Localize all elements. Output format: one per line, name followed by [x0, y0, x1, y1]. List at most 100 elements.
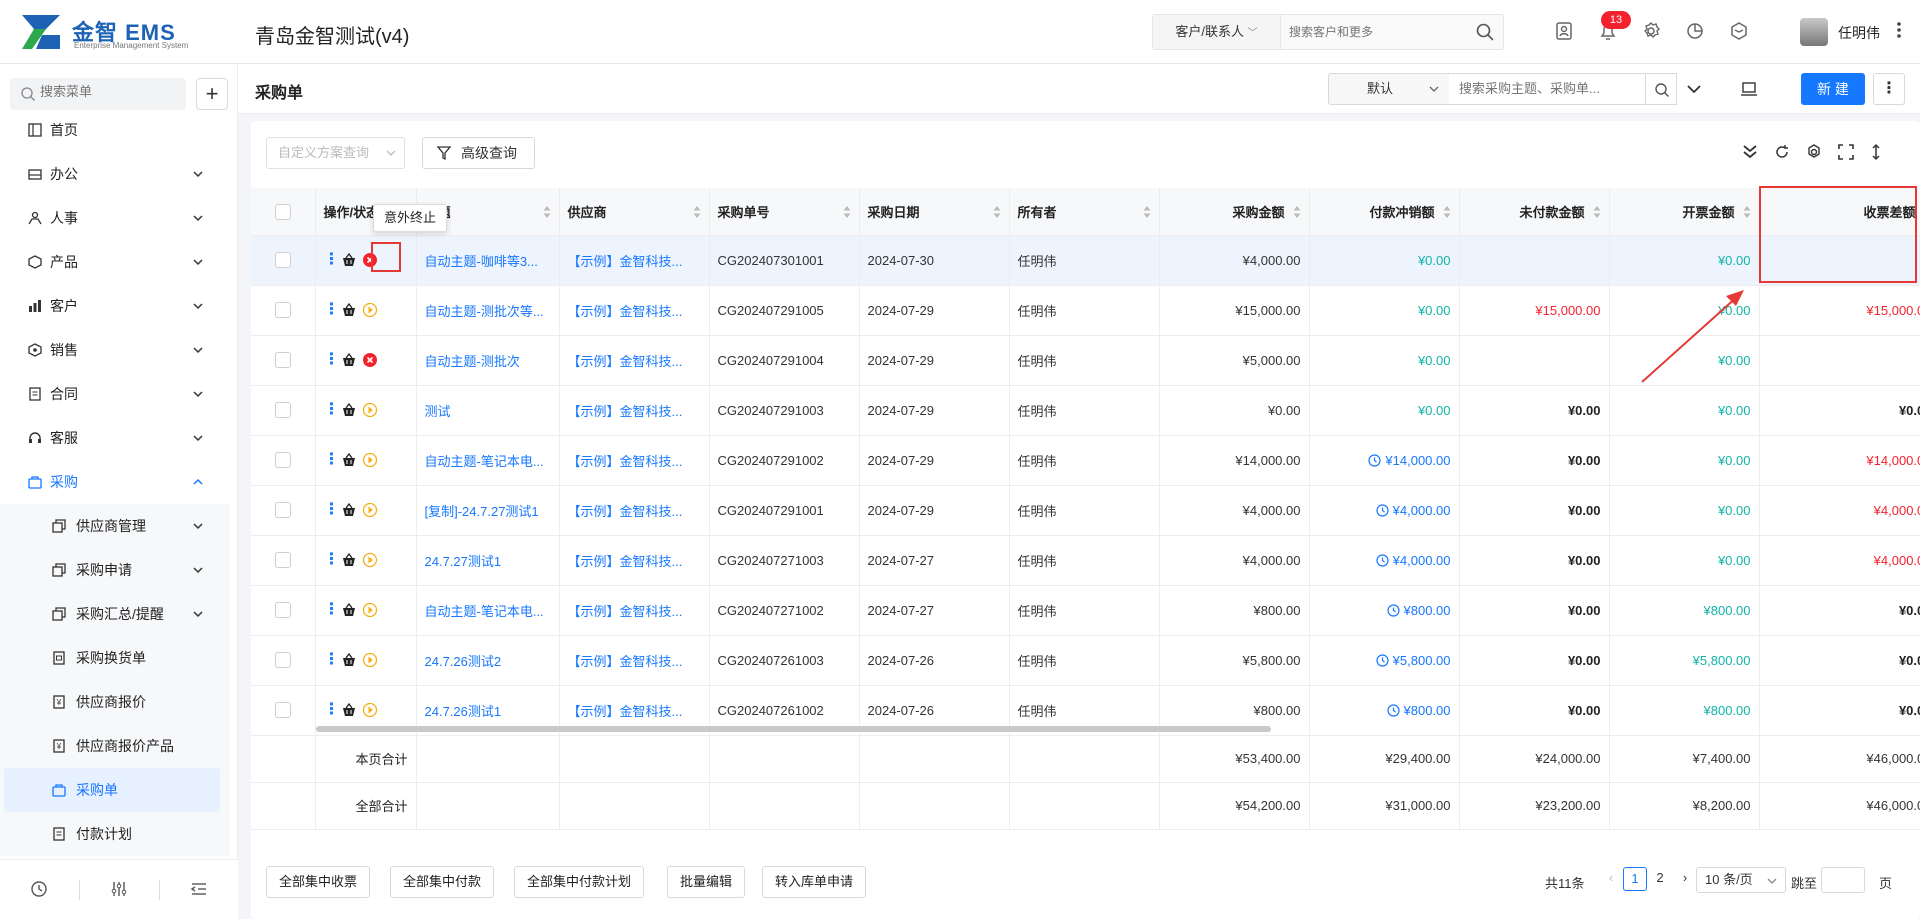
global-search-input[interactable]	[1289, 21, 1464, 43]
pending-status-icon[interactable]	[362, 652, 378, 668]
basket-icon[interactable]	[342, 603, 356, 617]
row-height-icon[interactable]	[1867, 143, 1885, 161]
subject-cell[interactable]: [复制]-24.7.27测试1	[416, 485, 560, 536]
sidebar-item-home[interactable]: 首页	[0, 108, 230, 152]
sort-icon[interactable]	[1743, 206, 1751, 218]
jump-page-input[interactable]	[1821, 867, 1865, 893]
basket-icon[interactable]	[342, 253, 356, 267]
logo[interactable]: 金智 EMS Enterprise Management System	[22, 13, 202, 53]
sidebar-item-service[interactable]: 客服	[0, 416, 230, 460]
sort-icon[interactable]	[1593, 206, 1601, 218]
supplier-cell[interactable]: 【示例】金智科技...	[559, 535, 710, 586]
username[interactable]: 任明伟	[1838, 23, 1880, 43]
sidebar-item-supplier-quote-product[interactable]: ¥ 供应商报价产品	[0, 724, 230, 768]
pending-status-icon[interactable]	[362, 602, 378, 618]
sidebar-item-purchase-request[interactable]: 采购申请	[0, 548, 230, 592]
supplier-cell[interactable]: 【示例】金智科技...	[559, 485, 710, 536]
sidebar-item-supplier-quote[interactable]: ¥ 供应商报价	[0, 680, 230, 724]
subject-cell[interactable]: 自动主题-测批次	[416, 335, 560, 386]
double-chevron-down-icon[interactable]	[1741, 143, 1759, 161]
collapse-menu-icon[interactable]	[190, 880, 208, 898]
sort-icon[interactable]	[993, 206, 1001, 218]
menu-search-input[interactable]	[40, 84, 180, 99]
pending-status-icon[interactable]	[362, 402, 378, 418]
subject-cell[interactable]: 自动主题-咖啡等3...	[416, 235, 560, 286]
sidebar-item-payment-plan[interactable]: 付款计划	[0, 812, 230, 856]
settings-icon[interactable]	[1805, 143, 1823, 161]
offset-cell[interactable]: ¥5,800.00	[1309, 635, 1460, 686]
offset-cell[interactable]: ¥4,000.00	[1309, 485, 1460, 536]
sidebar-item-purchase-summary[interactable]: 采购汇总/提醒	[0, 592, 230, 636]
basket-icon[interactable]	[342, 303, 356, 317]
row-menu-icon[interactable]: ⋮	[324, 552, 340, 568]
pending-status-icon[interactable]	[362, 552, 378, 568]
sidebar-item-supplier-mgmt[interactable]: 供应商管理	[0, 504, 230, 548]
sidebar-item-purchase-exchange[interactable]: 采购换货单	[0, 636, 230, 680]
subject-cell[interactable]: 24.7.27测试1	[416, 535, 560, 586]
table-row[interactable]: ⋮ 自动主题-咖啡等3... 【示例】金智科技... CG202407301001 20…	[251, 235, 1920, 286]
table-row[interactable]: ⋮ 24.7.27测试1 【示例】金智科技... CG202407271003 2024…	[251, 535, 1920, 586]
search-button[interactable]	[1645, 73, 1677, 105]
row-checkbox[interactable]	[274, 402, 291, 419]
pending-status-icon[interactable]	[362, 502, 378, 518]
row-menu-icon[interactable]: ⋮	[324, 452, 340, 468]
terminated-status-icon[interactable]	[362, 352, 378, 368]
sidebar-item-purchase[interactable]: 采购	[0, 460, 230, 504]
column-header[interactable]: 采购日期	[859, 188, 1010, 236]
refresh-icon[interactable]	[1773, 143, 1791, 161]
column-header[interactable]: 供应商	[559, 188, 710, 236]
batch-payment-plan-button[interactable]: 全部集中付款计划	[514, 866, 645, 898]
supplier-cell[interactable]: 【示例】金智科技...	[559, 285, 710, 336]
row-checkbox[interactable]	[274, 552, 291, 569]
custom-filter-select[interactable]: 自定义方案查询	[266, 137, 405, 169]
row-menu-icon[interactable]: ⋮	[324, 702, 340, 718]
table-row[interactable]: ⋮ 测试 【示例】金智科技... CG202407291003 2024-07-29 任明…	[251, 385, 1920, 436]
page-size-select[interactable]: 10 条/页	[1696, 867, 1786, 893]
basket-icon[interactable]	[342, 353, 356, 367]
basket-icon[interactable]	[342, 653, 356, 667]
offset-cell[interactable]: ¥4,000.00	[1309, 535, 1460, 586]
more-vertical-icon[interactable]	[1896, 20, 1902, 40]
row-menu-icon[interactable]: ⋮	[324, 402, 340, 418]
sidebar-item-purchase-order[interactable]: 采购单	[4, 768, 220, 812]
sort-icon[interactable]	[1143, 206, 1151, 218]
page-1[interactable]: 1	[1623, 867, 1647, 891]
avatar[interactable]	[1800, 18, 1828, 46]
subject-cell[interactable]: 自动主题-测批次等...	[416, 285, 560, 336]
basket-icon[interactable]	[342, 403, 356, 417]
pending-status-icon[interactable]	[362, 702, 378, 718]
horizontal-scrollbar[interactable]	[316, 726, 1271, 732]
column-header[interactable]: 开票金额	[1609, 188, 1760, 236]
row-menu-icon[interactable]: ⋮	[324, 652, 340, 668]
column-header[interactable]: 未付款金额	[1459, 188, 1610, 236]
sidebar-item-customer[interactable]: 客户	[0, 284, 230, 328]
add-menu-button[interactable]: +	[196, 78, 228, 110]
sort-icon[interactable]	[843, 206, 851, 218]
to-stock-request-button[interactable]: 转入库单申请	[762, 866, 867, 898]
sliders-icon[interactable]	[110, 880, 128, 898]
pending-status-icon[interactable]	[362, 452, 378, 468]
offset-cell[interactable]: ¥800.00	[1309, 585, 1460, 636]
chevron-down-icon[interactable]	[1685, 80, 1703, 98]
history-icon[interactable]	[30, 880, 48, 898]
advanced-query-button[interactable]: 高级查询	[422, 137, 535, 169]
table-row[interactable]: ⋮ 24.7.26测试2 【示例】金智科技... CG202407261003 2024…	[251, 635, 1920, 686]
row-menu-icon[interactable]: ⋮	[324, 252, 340, 268]
new-button[interactable]: 新 建	[1801, 73, 1865, 105]
sidebar-item-hr[interactable]: 人事	[0, 196, 230, 240]
sort-icon[interactable]	[543, 206, 551, 218]
basket-icon[interactable]	[342, 703, 356, 717]
row-menu-icon[interactable]: ⋮	[324, 602, 340, 618]
subject-cell[interactable]: 自动主题-笔记本电...	[416, 435, 560, 486]
row-checkbox[interactable]	[274, 352, 291, 369]
row-menu-icon[interactable]: ⋮	[324, 352, 340, 368]
sort-icon[interactable]	[1443, 206, 1451, 218]
batch-edit-button[interactable]: 批量编辑	[667, 866, 746, 898]
row-checkbox[interactable]	[274, 602, 291, 619]
offset-cell[interactable]: ¥14,000.00	[1309, 435, 1460, 486]
subject-cell[interactable]: 测试	[416, 385, 560, 436]
more-button[interactable]: ⋮	[1873, 73, 1905, 105]
supplier-cell[interactable]: 【示例】金智科技...	[559, 435, 710, 486]
sort-icon[interactable]	[693, 206, 701, 218]
fullscreen-icon[interactable]	[1837, 143, 1855, 161]
